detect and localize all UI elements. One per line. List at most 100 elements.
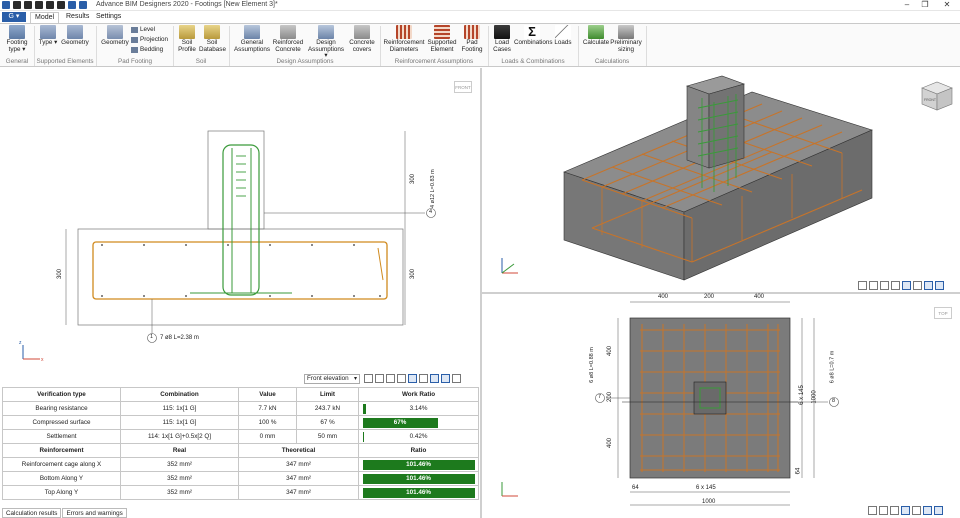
tab-results[interactable]: Results [62, 12, 93, 23]
export-view-icon[interactable] [375, 374, 384, 383]
ratio-text: 101.46% [406, 460, 431, 468]
geometry-icon [67, 25, 83, 39]
table-row[interactable]: Settlement 114: 1x[1 G]+0.5x[2 Q] 0 mm 5… [2, 429, 479, 444]
print-view-icon[interactable] [868, 506, 877, 515]
print-icon[interactable] [46, 1, 54, 9]
iso-view-toolbar [858, 281, 944, 290]
work-ratio-cell: 67% [358, 415, 479, 430]
design-assumptions-button[interactable]: Design Assumptions ▾ [306, 25, 346, 60]
ratio-text: 101.46% [406, 488, 431, 496]
zoom-window-icon[interactable] [891, 281, 900, 290]
print-view-icon[interactable] [858, 281, 867, 290]
save-icon[interactable] [35, 1, 43, 9]
type-icon [40, 25, 56, 39]
table-row[interactable]: Compressed surface 115: 1x[1 G] 100 % 67… [2, 415, 479, 430]
render-mode-icon[interactable] [408, 374, 417, 383]
projection-button[interactable]: Projection [131, 36, 168, 43]
zoom-extents-icon[interactable] [880, 281, 889, 290]
top-view-pane[interactable]: TOP 400 200 400 400 200 400 64 6 x 145 1… [482, 294, 960, 518]
render-mode-icon[interactable] [902, 281, 911, 290]
ratio-bar: 101.46% [362, 487, 475, 498]
pad-geometry-label: Geometry [101, 39, 129, 46]
soil-profile-button[interactable]: Soil Profile [176, 25, 198, 53]
dim-top-right: 400 [754, 294, 765, 300]
dimensions-toggle-icon[interactable] [912, 506, 921, 515]
preliminary-sizing-icon [618, 25, 634, 39]
iso-3d-model [501, 75, 953, 281]
verification-table: Verification type Combination Value Limi… [2, 387, 479, 500]
footing-type-button[interactable]: Footing type ▾ [4, 25, 30, 53]
reinforced-concrete-button[interactable]: Reinforced Concrete [272, 25, 304, 53]
general-assumptions-icon [244, 25, 260, 39]
level-button[interactable]: Level [131, 26, 155, 33]
value-cell: 7.7 kN [238, 401, 297, 416]
dimensions-toggle-icon[interactable] [419, 374, 428, 383]
front-view-pane[interactable]: FRONT z x 300 300 300 4 4 ø12 L=0.83 m 1… [0, 68, 480, 386]
soil-database-icon [204, 25, 220, 39]
general-assumptions-button[interactable]: General Assumptions [233, 25, 271, 53]
tab-model[interactable]: Model [30, 12, 60, 23]
table-row[interactable]: Top Along Y 352 mm² 347 mm² 101.46% [2, 485, 479, 500]
minimize-button[interactable]: – [900, 0, 914, 9]
type-button[interactable]: Type ▾ [38, 25, 58, 47]
table-row[interactable]: Reinforcement cage along X 352 mm² 347 m… [2, 457, 479, 472]
preliminary-sizing-button[interactable]: Preliminary sizing [610, 25, 642, 53]
open-file-icon[interactable] [24, 1, 32, 9]
general-assumptions-label: General Assumptions [233, 39, 271, 53]
col-ratio: Ratio [358, 443, 479, 458]
tab-errors-warnings[interactable]: Errors and warnings [62, 508, 127, 518]
maximize-button[interactable]: ❐ [918, 0, 932, 9]
zoom-extents-icon[interactable] [386, 374, 395, 383]
view-select[interactable]: Front elevation ▾ [304, 374, 360, 384]
combinations-button[interactable]: Σ Combinations [514, 25, 553, 47]
reinforcement-diameters-button[interactable]: Reinforcement Diameters [383, 25, 425, 53]
svg-text:x: x [41, 357, 44, 363]
ratio-text: 0.42% [409, 432, 428, 440]
calculate-button[interactable]: Calculate [582, 25, 610, 47]
labels-toggle-icon[interactable] [923, 506, 932, 515]
render-mode-icon[interactable] [901, 506, 910, 515]
undo-icon[interactable] [68, 1, 76, 9]
labels-toggle-icon[interactable] [430, 374, 439, 383]
save-as-icon[interactable] [57, 1, 65, 9]
col-real: Real [120, 443, 239, 458]
dim-left-top: 400 [607, 345, 614, 357]
export-view-icon[interactable] [869, 281, 878, 290]
supported-element-button[interactable]: Supported Element [426, 25, 458, 53]
info-icon[interactable] [441, 374, 450, 383]
callout-7-number: 7 [598, 394, 602, 400]
level-icon [131, 26, 138, 33]
zoom-extents-icon[interactable] [890, 506, 899, 515]
supported-geometry-button[interactable]: Geometry [60, 25, 90, 47]
view-cube-label[interactable]: FRONT [924, 98, 936, 102]
theoretical-cell: 347 mm² [238, 471, 359, 486]
tab-settings[interactable]: Settings [92, 12, 125, 23]
close-button[interactable]: ✕ [940, 0, 954, 9]
app-menu-button[interactable]: G ▾ [2, 12, 26, 22]
pad-geometry-icon [107, 25, 123, 39]
redo-icon[interactable] [79, 1, 87, 9]
soil-database-button[interactable]: Soil Database [199, 25, 226, 53]
concrete-covers-button[interactable]: Concrete covers [348, 25, 376, 53]
load-cases-button[interactable]: Load Cases [491, 25, 513, 53]
pad-geometry-button[interactable]: Geometry [100, 25, 130, 47]
zoom-window-icon[interactable] [397, 374, 406, 383]
print-view-icon[interactable] [364, 374, 373, 383]
new-file-icon[interactable] [13, 1, 21, 9]
concrete-covers-label: Concrete covers [349, 39, 375, 53]
info-icon[interactable] [935, 281, 944, 290]
table-row[interactable]: Bottom Along Y 352 mm² 347 mm² 101.46% [2, 471, 479, 486]
dim-left-middle: 200 [607, 391, 614, 403]
dimensions-toggle-icon[interactable] [913, 281, 922, 290]
info-icon[interactable] [934, 506, 943, 515]
loads-button[interactable]: Loads [552, 25, 574, 47]
export-view-icon[interactable] [879, 506, 888, 515]
labels-toggle-icon[interactable] [924, 281, 933, 290]
collapse-icon[interactable] [452, 374, 461, 383]
group-pad-footing: Pad Footing [118, 58, 152, 65]
bedding-button[interactable]: Bedding [131, 46, 163, 53]
pad-footing-button[interactable]: Pad Footing [459, 25, 485, 53]
tab-calculation-results[interactable]: Calculation results [2, 508, 62, 518]
table-row[interactable]: Bearing resistance 115: 1x[1 G] 7.7 kN 2… [2, 401, 479, 416]
iso-view-pane[interactable]: FRONT [482, 68, 960, 292]
